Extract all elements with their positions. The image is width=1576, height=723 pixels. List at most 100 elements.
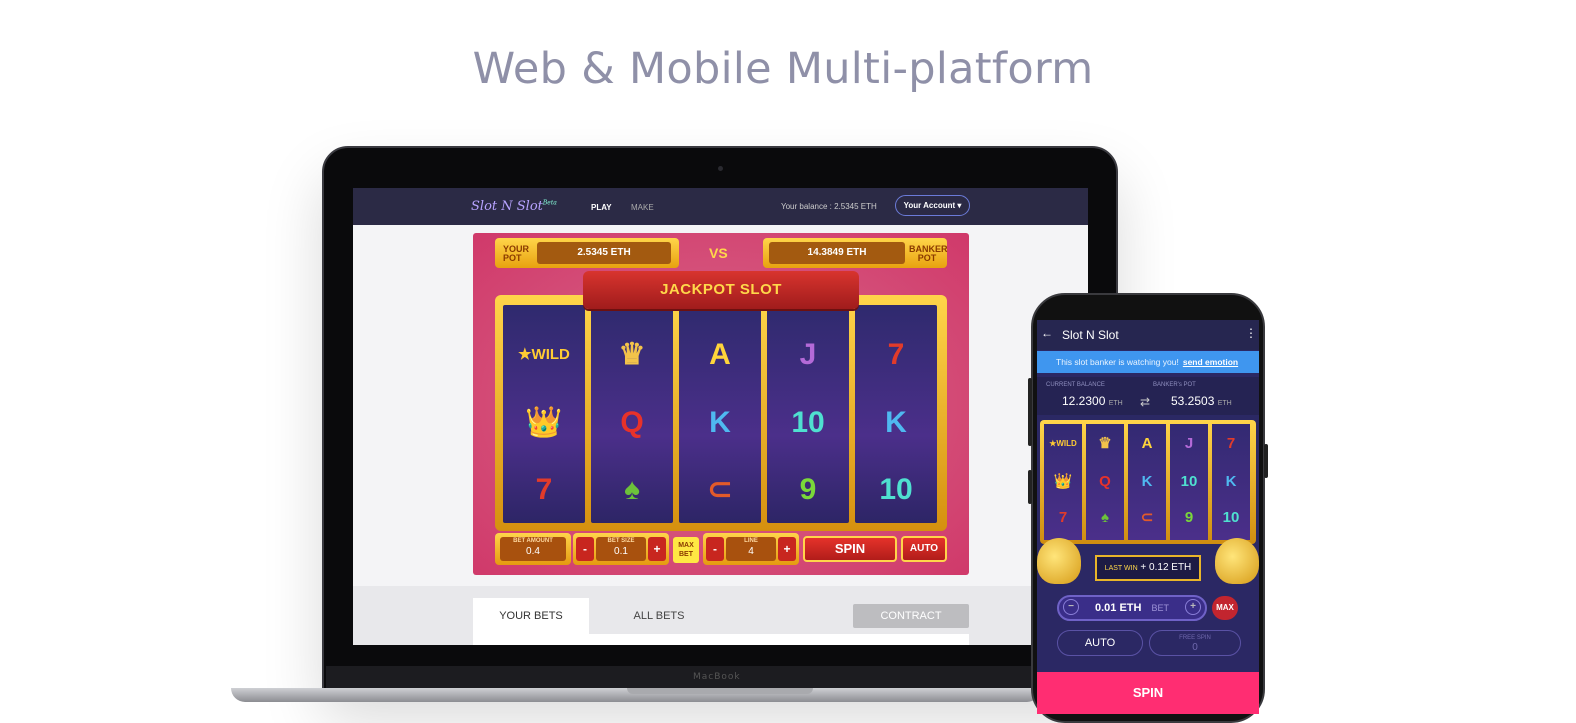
ten-symbol: 10: [1222, 509, 1240, 526]
your-pot-label: YOUR POT: [503, 244, 530, 263]
bet-size-plus-button[interactable]: +: [648, 537, 666, 561]
crown-icon: ♛: [1098, 435, 1112, 452]
page-title: Web & Mobile Multi-platform: [472, 44, 1094, 94]
j-symbol: J: [799, 338, 817, 371]
send-emotion-link[interactable]: send emotion: [1183, 357, 1238, 367]
spin-button[interactable]: SPIN: [803, 536, 897, 562]
bets-list: [473, 634, 969, 645]
mobile-reel-2: ♛ Q ♠: [1086, 424, 1124, 540]
crown-icon: ♛: [618, 338, 646, 371]
mobile-auto-button[interactable]: AUTO: [1057, 630, 1143, 656]
k-symbol: K: [1225, 473, 1237, 490]
web-balance: Your balance : 2.5345 ETH: [781, 202, 877, 211]
j-symbol: J: [1184, 435, 1194, 452]
reel-5: 7 K 10: [855, 305, 937, 523]
laptop-brand: MacBook: [693, 672, 741, 682]
phone-volume-button: [1028, 378, 1032, 446]
nav-play-link[interactable]: PLAY: [591, 203, 612, 212]
free-spin-value: 0: [1192, 642, 1198, 653]
mobile-appbar: ← Slot N Slot ⋮: [1037, 320, 1259, 350]
bankers-pot-value: 53.2503 ETH: [1171, 394, 1232, 408]
k-symbol: K: [709, 406, 731, 439]
horseshoe-icon: ⊂: [1140, 509, 1154, 526]
slot-machine: YOUR POT 2.5345 ETH VS 14.3849 ETH BANKE…: [473, 233, 969, 575]
wild-symbol: ★WILD: [518, 346, 570, 363]
seven-symbol: 7: [1058, 509, 1068, 526]
seven-symbol: 7: [887, 338, 905, 371]
last-win-box: LAST WIN + 0.12 ETH: [1095, 555, 1201, 581]
max-bet-button[interactable]: MAX BET: [673, 537, 699, 563]
bet-size-box: - BET SIZE 0.1 +: [573, 533, 669, 565]
mobile-bet-stepper: − 0.01 ETH BET +: [1057, 595, 1207, 621]
web-screen: Slot N SlotBeta PLAY MAKE Your balance :…: [353, 188, 1088, 645]
your-pot-value: 2.5345 ETH: [537, 242, 671, 264]
back-arrow-icon[interactable]: ←: [1041, 326, 1053, 340]
nine-symbol: 9: [799, 473, 817, 506]
tab-your-bets[interactable]: YOUR BETS: [473, 598, 589, 634]
current-balance-value: 12.2300 ETH: [1062, 394, 1123, 408]
reel-2: ♛ Q ♠: [591, 305, 673, 523]
laptop-camera: [718, 166, 723, 171]
account-dropdown[interactable]: Your Account ▾: [895, 195, 970, 216]
your-pot: YOUR POT 2.5345 ETH: [495, 238, 679, 268]
mobile-reel-4: J 10 9: [1170, 424, 1208, 540]
jackpot-banner: JACKPOT SLOT: [583, 271, 859, 309]
notice-text: This slot banker is watching you!: [1056, 357, 1179, 367]
mobile-reel-frame: ★WILD 👑 7 ♛ Q ♠ A K ⊂ J 10 9 7 K 10: [1040, 420, 1256, 544]
web-navbar: Slot N SlotBeta PLAY MAKE Your balance :…: [353, 188, 1088, 225]
banker-notice: This slot banker is watching you! send em…: [1037, 351, 1259, 373]
bet-amount-value: 0.4: [526, 546, 540, 557]
current-balance-label: CURRENT BALANCE: [1046, 382, 1105, 388]
reel-frame: ★WILD 👑 7 ♛ Q ♠ A K ⊂ J 10 9 7 K 10: [495, 295, 947, 531]
bet-minus-button[interactable]: −: [1063, 599, 1079, 615]
contract-button[interactable]: CONTRACT: [853, 604, 969, 628]
ten-symbol: 10: [1180, 473, 1198, 490]
line-minus-button[interactable]: -: [706, 537, 724, 561]
bet-label: BET: [1151, 603, 1169, 613]
banker-pot-value: 14.3849 ETH: [769, 242, 905, 264]
bet-amount-label: BET AMOUNT: [513, 538, 553, 544]
line-value: 4: [748, 546, 754, 557]
k-symbol: K: [885, 406, 907, 439]
line-box: - LINE 4 +: [703, 533, 799, 565]
bet-value: 0.01 ETH: [1095, 602, 1142, 614]
bet-plus-button[interactable]: +: [1185, 599, 1201, 615]
mobile-balance-bar: CURRENT BALANCE 12.2300 ETH ⇄ BANKER's P…: [1037, 377, 1259, 415]
max-button[interactable]: MAX: [1212, 596, 1238, 620]
coin-stack-icon: [1037, 538, 1081, 584]
phone-power-button: [1264, 444, 1268, 478]
more-vert-icon[interactable]: ⋮: [1245, 326, 1257, 340]
mobile-spin-button[interactable]: SPIN: [1037, 672, 1259, 714]
nine-symbol: 9: [1184, 509, 1194, 526]
last-win-value: + 0.12 ETH: [1140, 562, 1192, 573]
mobile-reel-3: A K ⊂: [1128, 424, 1166, 540]
banker-pot-label: BANKER POT: [909, 244, 948, 263]
coin-stack-icon: [1215, 538, 1259, 584]
mobile-reel-1: ★WILD 👑 7: [1044, 424, 1082, 540]
vs-label: VS: [709, 245, 728, 261]
tab-all-bets[interactable]: ALL BETS: [601, 598, 717, 634]
bet-size-value: 0.1: [614, 546, 628, 557]
reel-1: ★WILD 👑 7: [503, 305, 585, 523]
last-win-label: LAST WIN: [1104, 565, 1138, 572]
web-logo[interactable]: Slot N SlotBeta: [471, 199, 557, 214]
a-symbol: A: [1141, 435, 1153, 452]
k-symbol: K: [1141, 473, 1153, 490]
free-spin-box: FREE SPIN 0: [1149, 630, 1241, 656]
bet-size-minus-button[interactable]: -: [576, 537, 594, 561]
reel-3: A K ⊂: [679, 305, 761, 523]
bet-amount-box: BET AMOUNT 0.4: [495, 533, 571, 565]
nav-make-link[interactable]: MAKE: [631, 203, 654, 212]
treasure-chest-icon: 👑: [525, 406, 563, 439]
line-plus-button[interactable]: +: [778, 537, 796, 561]
spade-chip-icon: ♠: [624, 473, 640, 506]
laptop-notch: [627, 688, 813, 694]
auto-button[interactable]: AUTO: [901, 536, 947, 562]
banker-pot: 14.3849 ETH BANKER POT: [763, 238, 948, 268]
ten-symbol: 10: [791, 406, 825, 439]
swap-icon[interactable]: ⇄: [1140, 395, 1150, 409]
phone-side-button: [1028, 470, 1032, 504]
seven-symbol: 7: [535, 473, 553, 506]
mobile-screen: ← Slot N Slot ⋮ This slot banker is watc…: [1037, 320, 1259, 714]
seven-symbol: 7: [1226, 435, 1236, 452]
